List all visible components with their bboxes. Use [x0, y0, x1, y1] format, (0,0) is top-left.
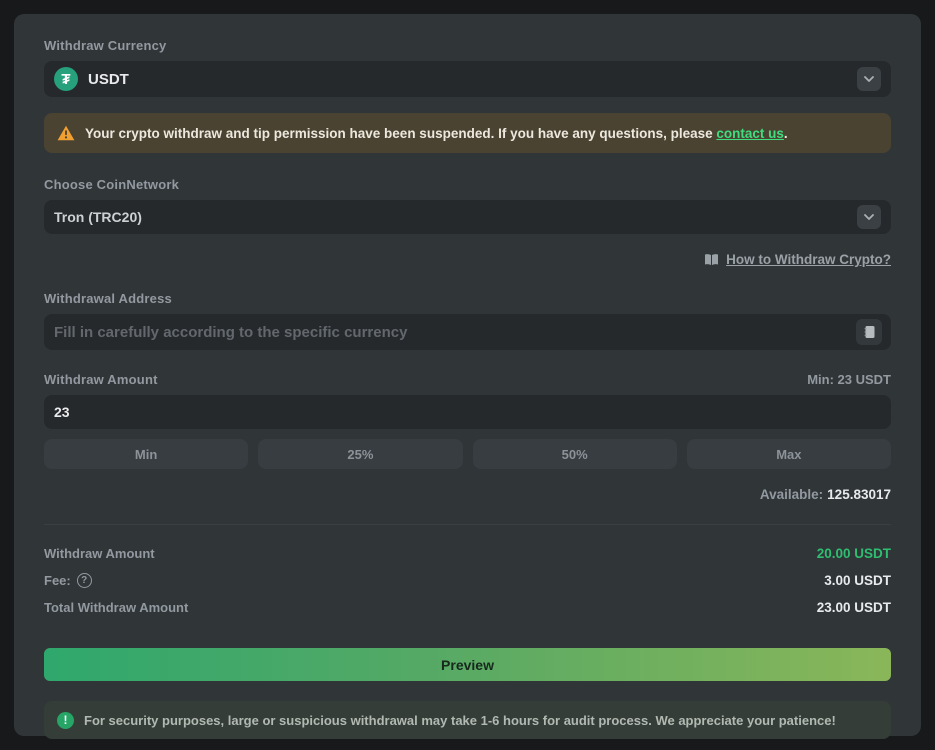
info-exclamation-icon: !	[57, 712, 74, 729]
summary-row-fee: Fee: ? 3.00 USDT	[44, 572, 891, 588]
question-circle-icon[interactable]: ?	[77, 573, 92, 588]
currency-selected-value: USDT	[88, 71, 857, 88]
fee-label: Fee: ?	[44, 573, 92, 588]
coin-network-label: Choose CoinNetwork	[44, 177, 891, 192]
withdraw-currency-label: Withdraw Currency	[44, 38, 891, 53]
max-button[interactable]: Max	[687, 439, 891, 469]
withdrawal-address-input[interactable]	[44, 314, 891, 350]
min-amount-note: Min: 23 USDT	[807, 372, 891, 387]
withdraw-summary: Withdraw Amount 20.00 USDT Fee: ? 3.00 U…	[44, 545, 891, 615]
min-button[interactable]: Min	[44, 439, 248, 469]
suspension-warning-banner: Your crypto withdraw and tip permission …	[44, 113, 891, 153]
book-icon	[704, 253, 719, 266]
currency-select[interactable]: ₮ USDT	[44, 61, 891, 97]
withdrawal-address-label: Withdrawal Address	[44, 291, 891, 306]
summary-amount-value: 20.00 USDT	[817, 546, 891, 561]
how-to-withdraw-link[interactable]: How to Withdraw Crypto?	[726, 252, 891, 267]
network-select[interactable]: Tron (TRC20)	[44, 200, 891, 234]
amount-header: Withdraw Amount Min: 23 USDT	[44, 372, 891, 387]
chevron-down-icon[interactable]	[857, 67, 881, 91]
divider	[44, 524, 891, 525]
tether-icon: ₮	[54, 67, 78, 91]
security-info-banner: ! For security purposes, large or suspic…	[44, 701, 891, 739]
chevron-down-icon[interactable]	[857, 205, 881, 229]
warning-text: Your crypto withdraw and tip permission …	[85, 126, 788, 141]
summary-total-value: 23.00 USDT	[817, 600, 891, 615]
25-percent-button[interactable]: 25%	[258, 439, 462, 469]
withdraw-amount-input[interactable]	[44, 395, 891, 429]
help-row: How to Withdraw Crypto?	[44, 252, 891, 267]
address-input-wrap	[44, 314, 891, 350]
contact-us-link[interactable]: contact us	[716, 126, 784, 141]
summary-row-amount: Withdraw Amount 20.00 USDT	[44, 545, 891, 561]
summary-row-total: Total Withdraw Amount 23.00 USDT	[44, 599, 891, 615]
preview-button[interactable]: Preview	[44, 648, 891, 681]
network-selected-value: Tron (TRC20)	[54, 209, 857, 225]
withdraw-form-card: Withdraw Currency ₮ USDT Your crypto wit…	[14, 14, 921, 736]
address-book-icon[interactable]	[856, 319, 882, 345]
withdraw-amount-label: Withdraw Amount	[44, 372, 158, 387]
available-balance-value: 125.83017	[827, 487, 891, 502]
available-balance: Available:125.83017	[44, 487, 891, 502]
warning-triangle-icon	[57, 125, 75, 141]
50-percent-button[interactable]: 50%	[473, 439, 677, 469]
summary-fee-value: 3.00 USDT	[824, 573, 891, 588]
security-info-text: For security purposes, large or suspicio…	[84, 713, 836, 728]
quick-amount-buttons: Min 25% 50% Max	[44, 439, 891, 469]
